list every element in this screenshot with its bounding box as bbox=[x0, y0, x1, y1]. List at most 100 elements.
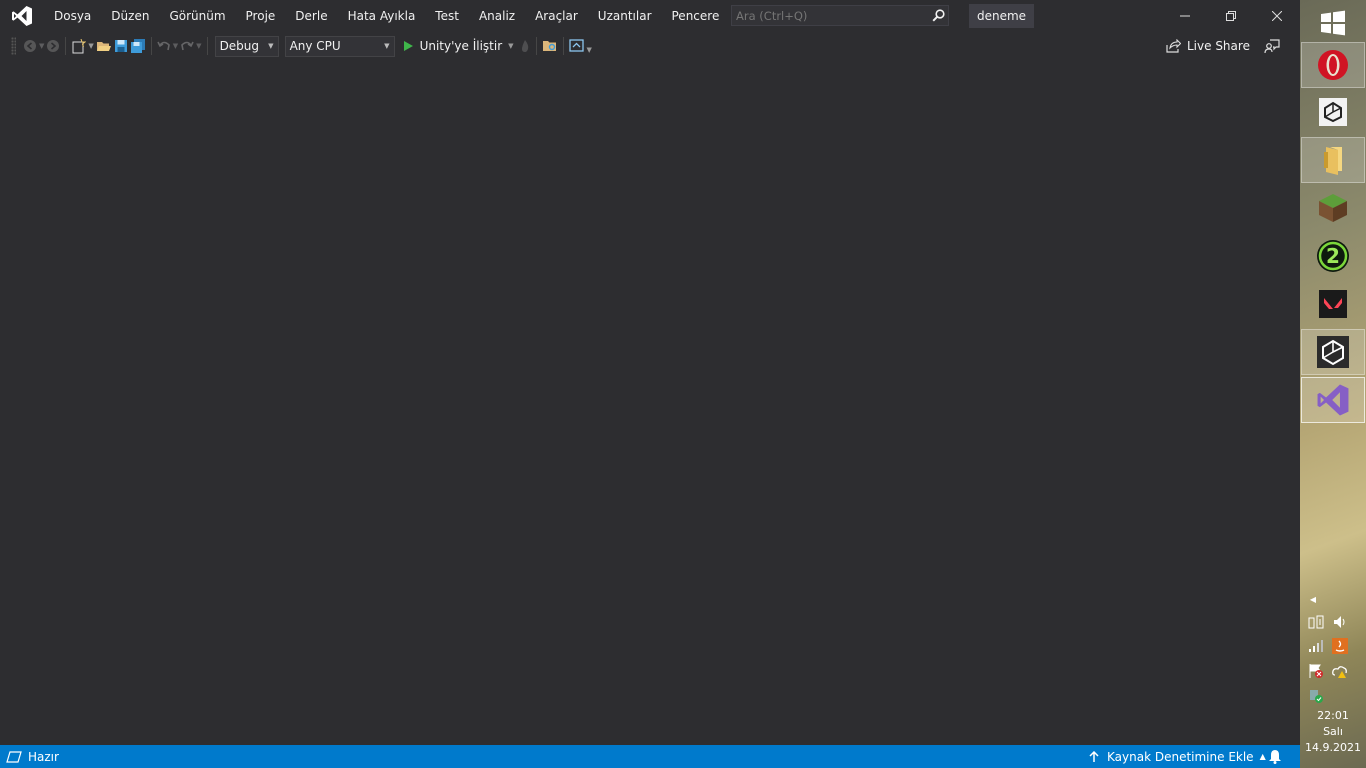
live-share-button[interactable]: Live Share bbox=[1166, 39, 1250, 53]
play-icon bbox=[403, 41, 413, 51]
taskbar-app-opera[interactable] bbox=[1301, 42, 1365, 88]
standard-toolbar: ▼ ▼ ▼ ▼ Debug ▼ Any CPU ▼ Unity'ye İlişt… bbox=[0, 33, 1300, 59]
windows-start-button[interactable] bbox=[1301, 0, 1365, 46]
feedback-icon bbox=[1264, 39, 1280, 54]
save-icon bbox=[114, 40, 127, 52]
menu-proje[interactable]: Proje bbox=[236, 0, 286, 32]
search-input[interactable] bbox=[732, 8, 928, 23]
toolbar-separator bbox=[206, 37, 208, 55]
add-to-source-control-button[interactable]: Kaynak Denetimine Ekle ▲ bbox=[1089, 745, 1266, 768]
tray-security-icon[interactable] bbox=[1307, 687, 1325, 705]
undo-button[interactable]: ▼ bbox=[157, 35, 178, 57]
minimize-button[interactable] bbox=[1162, 0, 1208, 32]
share-icon bbox=[1166, 39, 1181, 53]
platform-value: Any CPU bbox=[289, 39, 341, 53]
run-label: Unity'ye İliştir bbox=[419, 39, 503, 53]
chevron-down-icon: ▼ bbox=[88, 42, 94, 50]
taskbar-app-visual-studio[interactable] bbox=[1301, 377, 1365, 423]
clock-time: 22:01 bbox=[1317, 709, 1349, 722]
chevron-up-icon: ▲ bbox=[1259, 752, 1266, 761]
back-button[interactable]: ▼ bbox=[23, 35, 44, 57]
status-ready: Hazır bbox=[6, 750, 59, 764]
menu-uzantilar[interactable]: Uzantılar bbox=[588, 0, 662, 32]
chevron-down-icon: ▼ bbox=[196, 42, 202, 50]
hot-reload-button[interactable] bbox=[519, 35, 531, 57]
minecraft-icon bbox=[1319, 194, 1347, 222]
toolbar-separator bbox=[562, 37, 564, 55]
save-all-button[interactable] bbox=[130, 35, 146, 57]
restore-button[interactable] bbox=[1208, 0, 1254, 32]
chevron-down-icon: ▼ bbox=[172, 42, 179, 50]
status-ready-text: Hazır bbox=[28, 749, 59, 764]
menu-bar: Dosya Düzen Görünüm Proje Derle Hata Ayı… bbox=[44, 0, 790, 32]
taskbar-app-unity-hub[interactable] bbox=[1301, 89, 1365, 135]
system-clock[interactable]: 22:01 Salı 14.9.2021 bbox=[1300, 708, 1366, 756]
tray-usb-icon[interactable] bbox=[1307, 613, 1325, 631]
flame-icon bbox=[521, 40, 528, 52]
menu-test[interactable]: Test bbox=[425, 0, 469, 32]
platform-select[interactable]: Any CPU ▼ bbox=[284, 35, 395, 57]
toolbar-grip[interactable] bbox=[11, 37, 16, 55]
menu-analiz[interactable]: Analiz bbox=[469, 0, 525, 32]
menu-pencere[interactable]: Pencere bbox=[662, 0, 730, 32]
tray-cloud-warning-icon[interactable] bbox=[1331, 662, 1349, 680]
chevron-down-icon: ▼ bbox=[268, 42, 274, 50]
visual-studio-icon bbox=[1317, 384, 1349, 416]
configuration-value: Debug bbox=[219, 39, 260, 53]
live-share-label: Live Share bbox=[1187, 39, 1250, 53]
forward-arrow-icon bbox=[47, 40, 60, 52]
minimize-icon bbox=[1180, 15, 1190, 17]
search-box[interactable] bbox=[731, 5, 949, 26]
chevron-down-icon: ▼ bbox=[586, 46, 592, 54]
tray-java-icon[interactable] bbox=[1331, 637, 1349, 655]
attach-to-unity-button[interactable]: Unity'ye İliştir ▼ bbox=[398, 35, 518, 57]
configuration-select[interactable]: Debug ▼ bbox=[214, 35, 279, 57]
open-file-button[interactable] bbox=[96, 35, 112, 57]
forward-button[interactable] bbox=[46, 35, 60, 57]
taskbar-app-minecraft[interactable] bbox=[1301, 185, 1365, 231]
redo-icon bbox=[181, 41, 194, 51]
new-project-button[interactable]: ▼ bbox=[71, 35, 94, 57]
menu-hata-ayikla[interactable]: Hata Ayıkla bbox=[338, 0, 426, 32]
taskbar-app-valorant[interactable] bbox=[1301, 281, 1365, 327]
save-all-icon bbox=[130, 38, 145, 53]
taskbar-app-game[interactable]: 2 bbox=[1301, 233, 1365, 279]
toolbar-separator bbox=[535, 37, 537, 55]
preview-selected-items-button[interactable]: ▼ bbox=[568, 35, 592, 57]
menu-gorunum[interactable]: Görünüm bbox=[159, 0, 235, 32]
restore-icon bbox=[1226, 11, 1236, 21]
close-icon bbox=[1272, 11, 1282, 21]
close-button[interactable] bbox=[1254, 0, 1300, 32]
file-explorer-icon bbox=[1324, 147, 1342, 175]
feedback-button[interactable] bbox=[1264, 38, 1280, 57]
taskbar-app-unity[interactable] bbox=[1301, 329, 1365, 375]
clock-date: 14.9.2021 bbox=[1305, 741, 1361, 754]
menu-dosya[interactable]: Dosya bbox=[44, 0, 101, 32]
tray-flag-icon[interactable] bbox=[1307, 662, 1325, 680]
notifications-button[interactable] bbox=[1268, 749, 1282, 767]
visual-studio-logo-icon[interactable] bbox=[0, 0, 44, 32]
back-arrow-icon bbox=[24, 40, 36, 52]
unity-hub-icon bbox=[1319, 98, 1347, 126]
solution-name-badge[interactable]: deneme bbox=[969, 4, 1035, 28]
menu-araclar[interactable]: Araçlar bbox=[525, 0, 588, 32]
unity-icon bbox=[1317, 336, 1349, 368]
menu-derle[interactable]: Derle bbox=[285, 0, 337, 32]
preview-icon bbox=[568, 39, 584, 52]
menu-duzen[interactable]: Düzen bbox=[101, 0, 159, 32]
save-button[interactable] bbox=[114, 35, 128, 57]
search-icon[interactable] bbox=[928, 6, 948, 25]
visual-studio-window: Dosya Düzen Görünüm Proje Derle Hata Ayı… bbox=[0, 0, 1300, 768]
svg-text:2: 2 bbox=[1326, 244, 1340, 268]
taskbar-app-file-explorer[interactable] bbox=[1301, 137, 1365, 183]
toolbar-separator bbox=[150, 37, 152, 55]
tray-overflow-chevron[interactable]: ◀ bbox=[1304, 590, 1322, 608]
tray-volume-icon[interactable] bbox=[1331, 613, 1349, 631]
redo-button[interactable]: ▼ bbox=[180, 35, 202, 57]
ready-icon bbox=[6, 750, 22, 763]
tray-network-icon[interactable] bbox=[1307, 637, 1325, 655]
clock-day: Salı bbox=[1323, 725, 1343, 738]
toolbar-separator bbox=[65, 37, 67, 55]
solution-explorer-button[interactable] bbox=[542, 35, 558, 57]
undo-icon bbox=[157, 41, 170, 51]
